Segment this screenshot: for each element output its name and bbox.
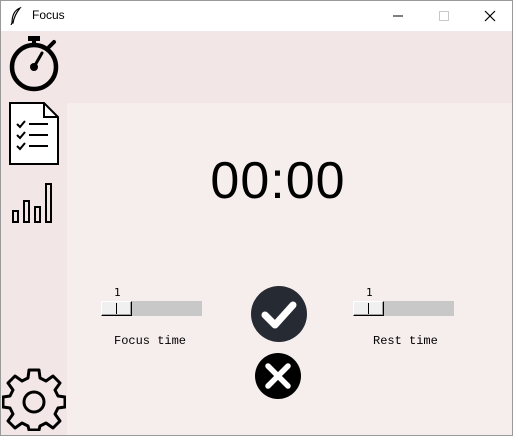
slider-thumb[interactable] xyxy=(101,301,132,316)
minimize-icon xyxy=(393,15,403,17)
close-icon xyxy=(484,10,496,22)
sidebar-item-tasks[interactable] xyxy=(8,102,60,170)
maximize-icon xyxy=(439,11,449,21)
rest-time-value: 1 xyxy=(366,286,373,299)
rest-time-slider[interactable]: 1 xyxy=(353,286,455,316)
rest-time-label: Rest time xyxy=(373,334,438,348)
cancel-button[interactable] xyxy=(255,353,301,399)
x-icon xyxy=(255,353,301,399)
start-button[interactable] xyxy=(251,286,307,342)
header-band xyxy=(67,31,512,103)
window-title: Focus xyxy=(32,8,65,22)
app-window: Focus 00:00 1 Focus time 1 Rest time xyxy=(0,0,513,436)
bar-chart-icon xyxy=(12,183,52,223)
focus-time-label: Focus time xyxy=(114,334,187,348)
focus-time-slider[interactable]: 1 xyxy=(101,286,203,316)
checklist-icon xyxy=(9,102,59,165)
close-window-button[interactable] xyxy=(467,1,512,31)
checkmark-icon xyxy=(251,286,307,342)
focus-time-value: 1 xyxy=(114,286,121,299)
minimize-button[interactable] xyxy=(375,1,421,31)
gear-icon xyxy=(1,368,67,432)
timer-display: 00:00 xyxy=(210,152,346,210)
slider-thumb[interactable] xyxy=(353,301,384,316)
stopwatch-icon xyxy=(9,36,59,92)
sidebar-item-statistics[interactable] xyxy=(11,181,55,229)
feather-icon xyxy=(9,6,23,26)
maximize-button[interactable] xyxy=(421,1,467,31)
sidebar-item-timer[interactable] xyxy=(7,36,61,96)
title-bar[interactable]: Focus xyxy=(1,1,512,31)
sidebar-item-settings[interactable] xyxy=(1,367,67,435)
